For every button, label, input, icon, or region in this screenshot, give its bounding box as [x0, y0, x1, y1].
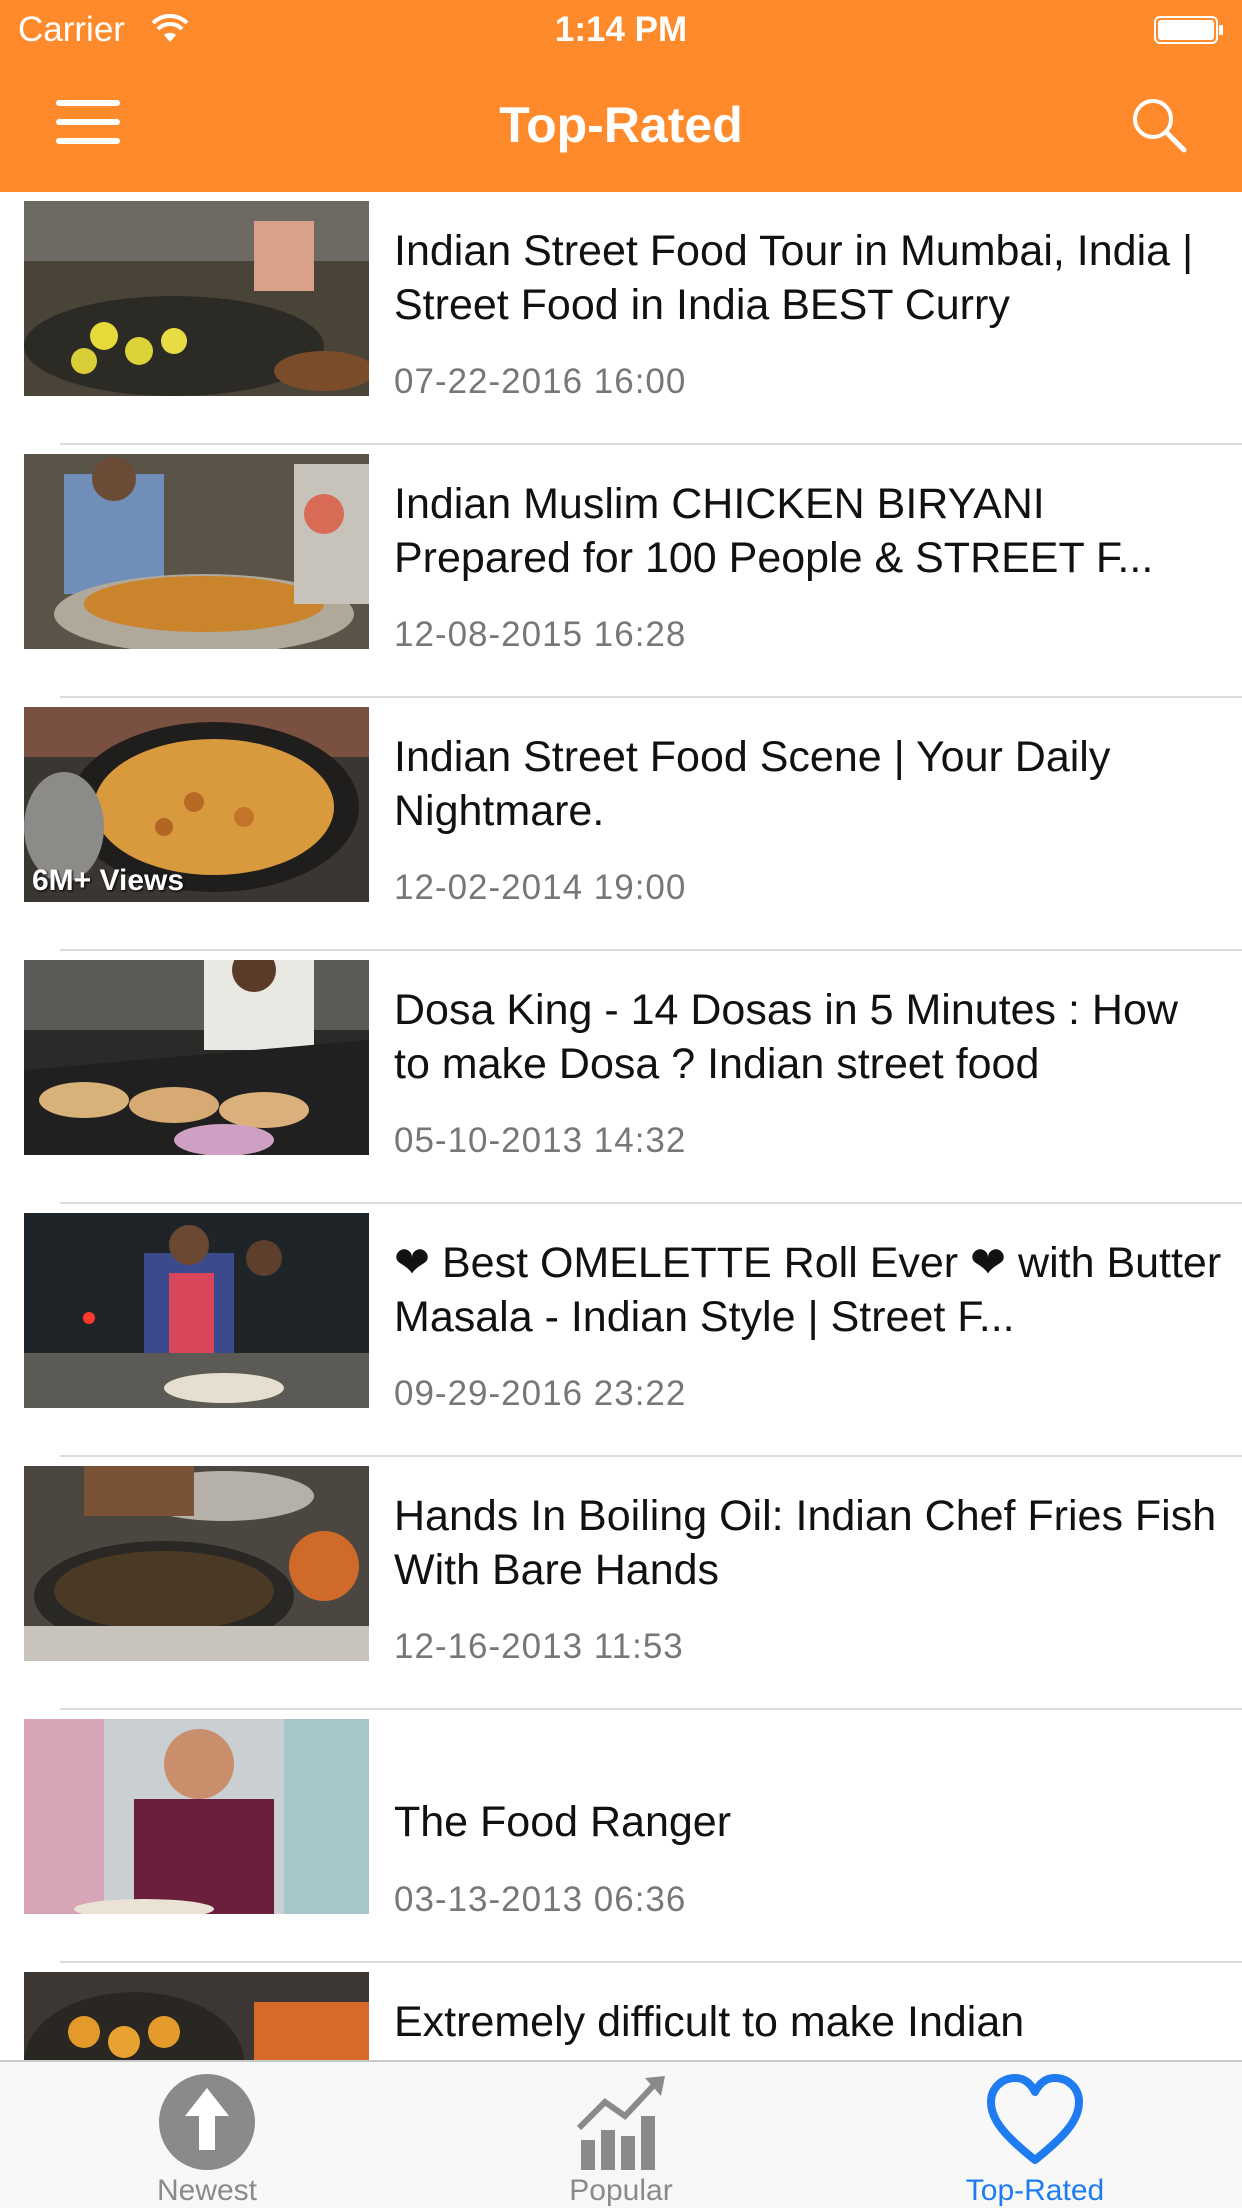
video-date: 12-08-2015 16:28	[394, 615, 687, 654]
video-title: Extremely difficult to make Indian	[394, 1998, 1025, 2046]
video-row[interactable]: ❤ Best OMELETTE Roll Ever ❤ with Butter …	[0, 1204, 1242, 1457]
video-date: 12-16-2013 11:53	[394, 1627, 684, 1666]
video-row[interactable]: 6M+ Views Indian Street Food Scene | You…	[0, 698, 1242, 951]
video-row[interactable]: The Food Ranger 03-13-2013 06:36	[0, 1710, 1242, 1963]
heart-icon	[987, 2074, 1083, 2164]
status-time: 1:14 PM	[554, 10, 688, 49]
video-row[interactable]: Dosa King - 14 Dosas in 5 Minutes : How …	[0, 951, 1242, 1204]
page-title: Top-Rated	[499, 97, 743, 153]
video-title: Indian Street Food Scene | Your Daily Ni…	[394, 733, 1111, 835]
video-row[interactable]: Indian Muslim CHICKEN BIRYANI Prepared f…	[0, 445, 1242, 698]
video-title: Dosa King - 14 Dosas in 5 Minutes : How …	[394, 986, 1178, 1088]
battery-icon	[1154, 16, 1223, 44]
video-thumbnail: 6M+ Views	[24, 707, 369, 902]
video-date: 05-10-2013 14:32	[394, 1121, 687, 1160]
video-thumbnail	[24, 1719, 369, 1914]
status-bar: Carrier 1:14 PM	[0, 0, 1242, 62]
video-date: 12-02-2014 19:00	[394, 868, 687, 907]
video-title: The Food Ranger	[394, 1798, 732, 1846]
video-row[interactable]: Extremely difficult to make Indian	[0, 1963, 1242, 2060]
navigation-bar: Carrier 1:14 PM Top-Rated	[0, 0, 1242, 192]
tab-newest[interactable]: Newest	[0, 2062, 414, 2208]
video-row[interactable]: Indian Street Food Tour in Mumbai, India…	[0, 192, 1242, 445]
video-row[interactable]: Hands In Boiling Oil: Indian Chef Fries …	[0, 1457, 1242, 1710]
tab-label: Newest	[156, 2174, 258, 2207]
video-thumbnail	[24, 1213, 369, 1408]
video-thumbnail	[24, 1466, 369, 1661]
bar-chart-trend-icon	[576, 2076, 665, 2170]
video-thumbnail	[24, 201, 369, 396]
thumbnail-overlay-text: 6M+ Views	[32, 864, 185, 897]
video-thumbnail	[24, 960, 369, 1155]
video-date: 09-29-2016 23:22	[394, 1374, 687, 1413]
video-title: Indian Muslim CHICKEN BIRYANI Prepared f…	[394, 480, 1154, 582]
tab-bar: Newest Popular Top-Rated	[0, 2060, 1242, 2208]
arrow-up-circle-icon	[159, 2074, 255, 2170]
search-icon[interactable]	[1128, 94, 1188, 154]
video-title: ❤ Best OMELETTE Roll Ever ❤ with Butter …	[394, 1239, 1222, 1341]
tab-top-rated[interactable]: Top-Rated	[828, 2062, 1242, 2208]
video-date: 03-13-2013 06:36	[394, 1880, 687, 1919]
tab-label: Top-Rated	[965, 2174, 1105, 2207]
video-title: Indian Street Food Tour in Mumbai, India…	[394, 227, 1194, 329]
video-date: 07-22-2016 16:00	[394, 362, 687, 401]
tab-popular[interactable]: Popular	[414, 2062, 828, 2208]
video-title: Hands In Boiling Oil: Indian Chef Fries …	[394, 1492, 1217, 1594]
video-thumbnail	[24, 1972, 369, 2060]
video-thumbnail	[24, 454, 369, 649]
video-list[interactable]: Indian Street Food Tour in Mumbai, India…	[0, 192, 1242, 2060]
tab-label: Popular	[569, 2174, 673, 2207]
